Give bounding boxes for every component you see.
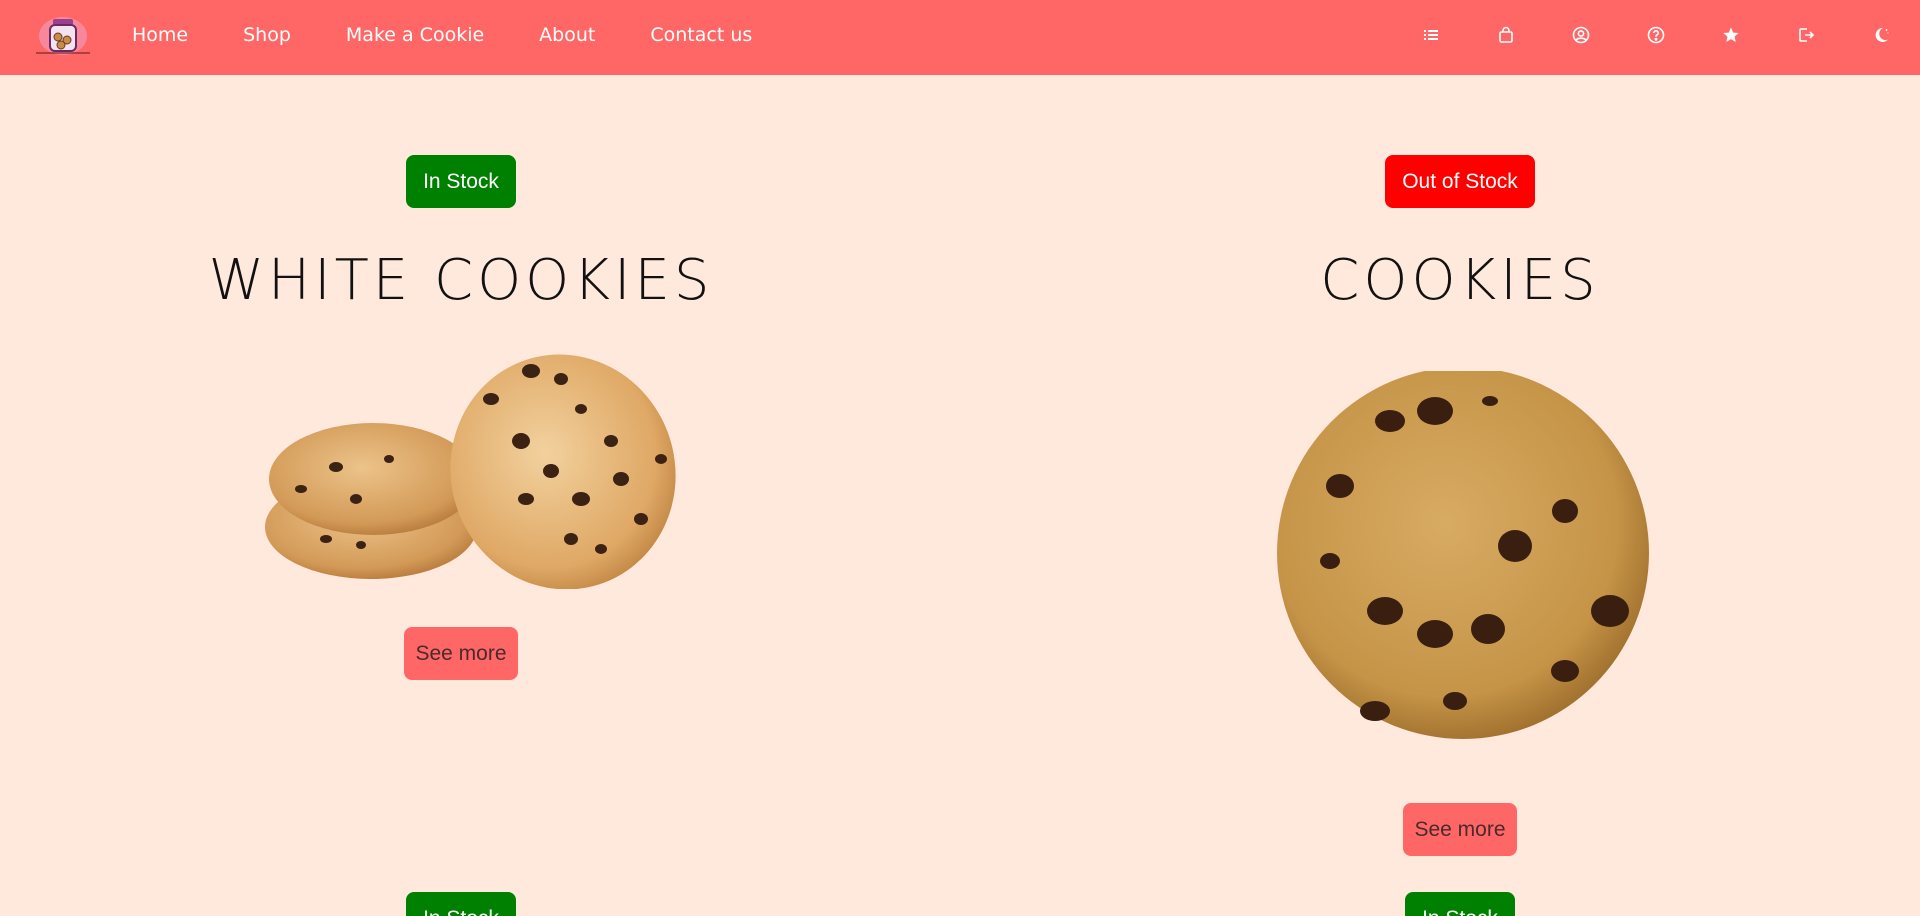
stock-badge: In Stock <box>1405 892 1515 916</box>
nav-icons <box>1367 0 1892 70</box>
product-card-3: In Stock <box>111 892 811 916</box>
stock-badge: Out of Stock <box>1385 155 1535 208</box>
help-icon[interactable] <box>1645 24 1667 46</box>
nav-link-shop[interactable]: Shop <box>243 24 291 46</box>
navbar: Home Shop Make a Cookie About Contact us <box>0 0 1920 75</box>
user-icon[interactable] <box>1570 24 1592 46</box>
product-image-white-cookies <box>111 349 811 590</box>
list-icon[interactable] <box>1420 24 1442 46</box>
nav-link-make-a-cookie[interactable]: Make a Cookie <box>346 24 484 46</box>
product-title: COOKIES <box>1320 248 1600 313</box>
product-title: WHITE COOKIES <box>208 248 714 313</box>
stock-badge: In Stock <box>406 155 516 208</box>
see-more-button[interactable]: See more <box>1403 803 1517 856</box>
product-card-cookies: Out of Stock COOKIES See more <box>1110 155 1810 856</box>
nav-links: Home Shop Make a Cookie About Contact us <box>132 0 807 70</box>
nav-link-about[interactable]: About <box>539 24 595 46</box>
moon-icon[interactable] <box>1870 24 1892 46</box>
star-icon[interactable] <box>1720 24 1742 46</box>
nav-link-home[interactable]: Home <box>132 24 188 46</box>
logout-icon[interactable] <box>1795 24 1817 46</box>
nav-link-contact-us[interactable]: Contact us <box>650 24 752 46</box>
cookie-jar-logo[interactable] <box>36 14 90 56</box>
see-more-button[interactable]: See more <box>404 627 518 680</box>
shopping-bag-icon[interactable] <box>1495 24 1517 46</box>
stock-badge: In Stock <box>406 892 516 916</box>
product-card-4: In Stock <box>1110 892 1810 916</box>
product-image-cookies <box>1110 367 1810 741</box>
product-card-white-cookies: In Stock WHITE COOKIES See more <box>111 155 811 680</box>
